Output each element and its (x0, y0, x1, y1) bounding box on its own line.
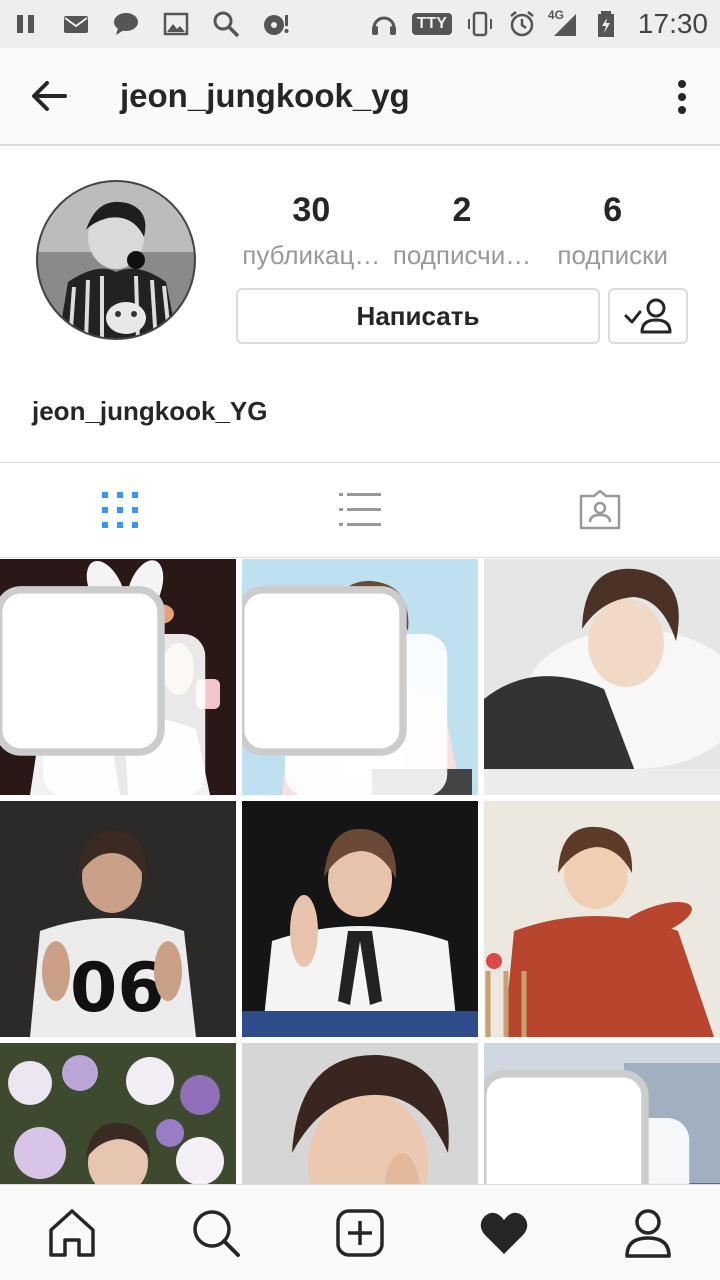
multiple-photos-icon (484, 1070, 690, 1184)
multiple-photos-icon (242, 586, 448, 795)
back-button[interactable] (0, 47, 98, 145)
message-button[interactable]: Написать (236, 288, 600, 344)
search-icon (212, 10, 240, 38)
battery-icon (592, 10, 620, 38)
followers-label: подписчи… (392, 240, 532, 270)
pause-icon (12, 10, 40, 38)
status-system: TTY 4G 17:30 (370, 8, 708, 40)
image-icon (162, 10, 190, 38)
profile-header: jeon_jungkook_yg (0, 48, 720, 146)
clock: 17:30 (637, 8, 708, 39)
followers-count: 2 (452, 191, 472, 229)
header-username: jeon_jungkook_yg (120, 77, 410, 114)
tab-tagged[interactable] (480, 463, 720, 557)
following-count: 6 (603, 191, 623, 229)
back-arrow-icon (32, 81, 67, 111)
more-vertical-icon (678, 80, 686, 114)
posts-label: публикац… (242, 240, 381, 270)
post-thumbnail[interactable] (242, 559, 478, 795)
post-thumbnail[interactable] (484, 1043, 720, 1184)
nav-activity[interactable] (432, 1185, 576, 1280)
post-thumbnail[interactable] (484, 559, 720, 795)
disc-icon (262, 10, 290, 38)
mail-icon (62, 10, 90, 38)
post-thumbnail[interactable] (0, 1043, 236, 1184)
list-icon (339, 493, 381, 526)
tab-grid[interactable] (0, 463, 240, 557)
following-label: подписки (557, 240, 668, 270)
svg-text:06: 06 (70, 949, 165, 1028)
avatar[interactable] (36, 180, 196, 340)
search-icon (193, 1209, 240, 1257)
alarm-icon (508, 10, 536, 38)
post-thumbnail[interactable] (242, 801, 478, 1037)
more-options-button[interactable] (662, 74, 702, 120)
headset-icon (370, 10, 398, 38)
bottom-navigation (0, 1184, 720, 1280)
status-notifications (12, 10, 290, 38)
profile-tabs (0, 462, 720, 558)
display-name: jeon_jungkook_YG (32, 396, 268, 426)
following-stat[interactable]: 6 подписки (537, 190, 688, 280)
nav-new-post[interactable] (288, 1185, 432, 1280)
home-icon (49, 1208, 95, 1257)
vibrate-icon (466, 10, 494, 38)
profile-section: 30 публикац… 2 подписчи… 6 подписки Напи… (0, 146, 720, 462)
nav-search[interactable] (144, 1185, 288, 1280)
post-thumbnail[interactable] (484, 801, 720, 1037)
nav-profile[interactable] (576, 1185, 720, 1280)
status-bar: TTY 4G 17:30 (0, 0, 720, 48)
grid-icon (102, 492, 138, 528)
posts-grid: 06 (0, 559, 720, 1184)
following-status-button[interactable] (608, 288, 688, 344)
posts-stat[interactable]: 30 публикац… (236, 190, 387, 280)
profile-icon (625, 1208, 671, 1258)
tab-list[interactable] (240, 463, 480, 557)
signal-icon: 4G (547, 8, 578, 38)
followers-stat[interactable]: 2 подписчи… (387, 190, 538, 280)
post-thumbnail[interactable] (0, 559, 236, 795)
tty-icon: TTY (411, 13, 452, 35)
user-check-icon (624, 298, 672, 334)
tagged-person-icon (579, 490, 621, 530)
chat-icon (112, 10, 140, 38)
posts-count: 30 (292, 191, 331, 229)
post-thumbnail[interactable]: 06 (0, 801, 236, 1037)
nav-home[interactable] (0, 1185, 144, 1280)
multiple-photos-icon (0, 586, 206, 795)
profile-stats: 30 публикац… 2 подписчи… 6 подписки (236, 190, 688, 280)
activity-heart-icon (480, 1212, 528, 1254)
new-post-icon (336, 1208, 384, 1257)
network-type-label: 4G (547, 8, 564, 22)
post-thumbnail[interactable] (242, 1043, 478, 1184)
